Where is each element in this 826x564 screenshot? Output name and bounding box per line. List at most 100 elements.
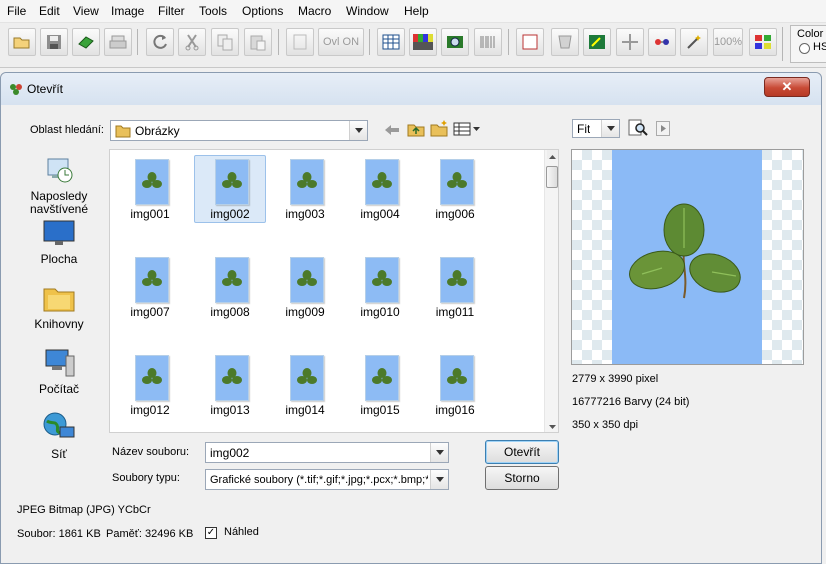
chevron-down-icon[interactable] — [430, 470, 448, 489]
cut-icon[interactable] — [178, 28, 206, 56]
up-folder-icon[interactable] — [407, 121, 425, 140]
file-item[interactable]: img002 — [194, 155, 266, 223]
new-folder-icon[interactable] — [430, 120, 448, 140]
scroll-thumb[interactable] — [546, 166, 558, 188]
file-item[interactable]: img011 — [419, 253, 491, 321]
place-libraries[interactable]: Knihovny — [19, 283, 99, 331]
open-button[interactable]: Otevřít — [485, 440, 559, 464]
file-name: img013 — [210, 403, 250, 417]
save-icon[interactable] — [40, 28, 68, 56]
file-item[interactable]: img004 — [344, 155, 416, 223]
menu-tools[interactable]: Tools — [199, 4, 227, 18]
app-icon — [9, 82, 23, 99]
preview-image — [612, 150, 762, 364]
file-item[interactable]: img001 — [114, 155, 186, 223]
file-thumbnail — [135, 355, 169, 401]
look-in-combobox[interactable]: Obrázky — [110, 120, 368, 141]
close-button[interactable]: ✕ — [764, 77, 810, 97]
menu-filter[interactable]: Filter — [158, 4, 185, 18]
effects-icon[interactable] — [583, 28, 611, 56]
menu-view[interactable]: View — [73, 4, 99, 18]
magic-wand-icon[interactable] — [680, 28, 708, 56]
spreadsheet-icon[interactable] — [377, 28, 405, 56]
file-item[interactable]: img010 — [344, 253, 416, 321]
open-folder-icon[interactable] — [8, 28, 36, 56]
place-computer[interactable]: Počítač — [19, 348, 99, 396]
preview-checkbox[interactable]: ✓ — [205, 527, 217, 539]
file-item[interactable]: img015 — [344, 351, 416, 419]
filename-input[interactable]: img002 — [210, 446, 249, 460]
lasso-icon[interactable] — [551, 28, 579, 56]
file-thumbnail — [365, 355, 399, 401]
barcode-icon[interactable] — [474, 28, 502, 56]
filetype-value: Grafické soubory (*.tif;*.gif;*.jpg;*.pc… — [210, 474, 428, 486]
file-name: img002 — [210, 207, 250, 221]
hs-label: HS — [813, 41, 826, 53]
print-icon[interactable] — [104, 28, 132, 56]
menu-options[interactable]: Options — [242, 4, 283, 18]
chevron-down-icon[interactable] — [349, 121, 367, 140]
file-item[interactable]: img013 — [194, 351, 266, 419]
select-rect-icon[interactable] — [516, 28, 544, 56]
menu-edit[interactable]: Edit — [39, 4, 60, 18]
slideshow-icon[interactable] — [441, 28, 469, 56]
recent-places-icon — [43, 158, 75, 188]
chevron-down-icon[interactable] — [601, 120, 619, 137]
file-item[interactable]: img014 — [269, 351, 341, 419]
copy-icon[interactable] — [211, 28, 239, 56]
filetype-combobox[interactable]: Grafické soubory (*.tif;*.gif;*.jpg;*.pc… — [205, 469, 449, 490]
thumbnails-icon[interactable] — [749, 28, 777, 56]
menu-image[interactable]: Image — [111, 4, 144, 18]
leaf-image — [629, 203, 741, 299]
place-label: Naposledy navštívené — [29, 189, 89, 216]
view-menu-icon[interactable] — [453, 122, 481, 139]
toolbar-separator — [782, 27, 783, 61]
menu-window[interactable]: Window — [346, 4, 389, 18]
place-network[interactable]: Síť — [19, 411, 99, 461]
play-icon[interactable] — [656, 121, 670, 136]
scroll-up-icon[interactable] — [547, 150, 558, 159]
rotate-icon[interactable] — [146, 28, 174, 56]
dialog-titlebar[interactable]: Otevřít ✕ — [1, 73, 821, 105]
file-item[interactable]: img016 — [419, 351, 491, 419]
file-name: img003 — [285, 207, 325, 221]
vertical-scrollbar[interactable] — [544, 150, 558, 432]
place-desktop[interactable]: Plocha — [19, 218, 99, 266]
scroll-down-icon[interactable] — [547, 421, 558, 430]
paste-icon[interactable] — [244, 28, 272, 56]
file-list[interactable]: img001 img002 img003 img004 img006 img007 img0… — [109, 149, 559, 433]
zoom-preview-icon[interactable] — [628, 119, 648, 140]
overlay-toggle-button[interactable]: Ovl ON — [318, 28, 364, 56]
place-recent[interactable]: Naposledy navštívené — [19, 153, 99, 216]
file-item[interactable]: img006 — [419, 155, 491, 223]
file-thumbnail — [135, 257, 169, 303]
cancel-button[interactable]: Storno — [485, 466, 559, 490]
file-item[interactable]: img012 — [114, 351, 186, 419]
fit-value: Fit — [577, 122, 591, 136]
file-name: img011 — [435, 305, 475, 319]
filename-combobox[interactable]: img002 — [205, 442, 449, 463]
hs-radio[interactable] — [799, 43, 810, 54]
file-name: img007 — [130, 305, 170, 319]
file-name: img015 — [360, 403, 400, 417]
menu-macro[interactable]: Macro — [298, 4, 331, 18]
back-icon[interactable] — [384, 123, 400, 140]
file-item[interactable]: img008 — [194, 253, 266, 321]
file-item[interactable]: img003 — [269, 155, 341, 223]
file-name: img010 — [360, 305, 400, 319]
menu-file[interactable]: File — [7, 4, 26, 18]
chevron-down-icon[interactable] — [430, 443, 448, 462]
crop-icon[interactable] — [286, 28, 314, 56]
red-eye-icon[interactable] — [648, 28, 676, 56]
color-bars-icon[interactable] — [409, 28, 437, 56]
fit-combobox[interactable]: Fit — [572, 119, 620, 138]
file-thumbnail — [365, 159, 399, 205]
file-item[interactable]: img009 — [269, 253, 341, 321]
file-item[interactable]: img007 — [114, 253, 186, 321]
file-name: img004 — [360, 207, 400, 221]
crosshair-icon[interactable] — [616, 28, 644, 56]
open-dialog: Otevřít ✕ Oblast hledání: Obrázky Naposl… — [0, 72, 822, 564]
menu-help[interactable]: Help — [404, 4, 429, 18]
zoom-100-button[interactable]: 100% — [713, 28, 743, 56]
acquire-icon[interactable] — [72, 28, 100, 56]
